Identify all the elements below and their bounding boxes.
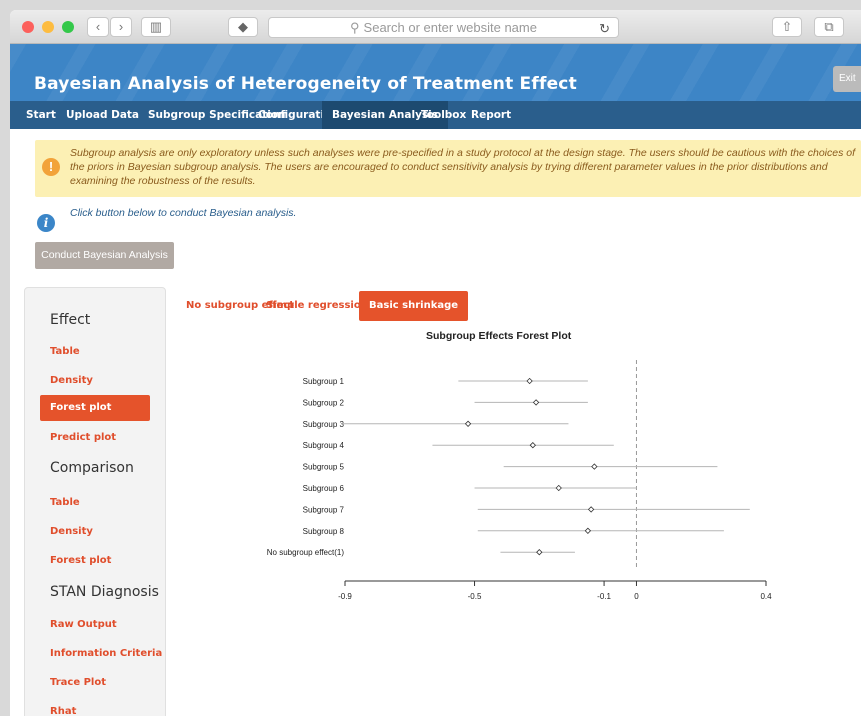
- row-label: Subgroup 5: [303, 463, 345, 472]
- close-window-button[interactable]: [22, 21, 34, 33]
- x-tick-label: -0.9: [338, 592, 352, 601]
- address-placeholder: Search or enter website name: [363, 20, 537, 35]
- app-header: Bayesian Analysis of Heterogeneity of Tr…: [10, 44, 861, 101]
- rhat-link[interactable]: Rhat: [50, 706, 76, 716]
- exit-button[interactable]: Exit: [833, 66, 861, 92]
- row-label: Subgroup 3: [303, 420, 345, 429]
- info-text: Click button below to conduct Bayesian a…: [70, 207, 297, 219]
- comparison-heading: Comparison: [50, 460, 134, 476]
- comparison-forest-plot-link[interactable]: Forest plot: [50, 555, 111, 566]
- minimize-window-button[interactable]: [42, 21, 54, 33]
- chart-title: Subgroup Effects Forest Plot: [426, 330, 572, 342]
- point-estimate: [529, 442, 536, 449]
- browser-toolbar: ‹ › ▥ ◆ ⚲ Search or enter website name ↻ …: [10, 10, 861, 44]
- privacy-shield-icon[interactable]: ◆: [228, 17, 258, 37]
- nav-report[interactable]: Report: [471, 101, 511, 129]
- warning-text: Subgroup analysis are only exploratory u…: [70, 147, 856, 187]
- point-estimate: [464, 420, 472, 427]
- app-title: Bayesian Analysis of Heterogeneity of Tr…: [34, 74, 577, 94]
- effect-table-link[interactable]: Table: [50, 346, 80, 357]
- zoom-window-button[interactable]: [62, 21, 74, 33]
- forest-plot: Subgroup 1 Subgroup 2 Subgroup 3 Subgroup 4…: [267, 360, 772, 601]
- point-estimate: [526, 377, 533, 385]
- main-navbar: Start Upload Data Subgroup Specification…: [10, 101, 861, 129]
- forward-icon[interactable]: ›: [110, 17, 132, 37]
- share-icon[interactable]: ⇧: [772, 17, 802, 37]
- row-label: Subgroup 7: [303, 505, 345, 514]
- conduct-analysis-button[interactable]: Conduct Bayesian Analysis: [35, 242, 174, 269]
- tab-basic-shrinkage[interactable]: Basic shrinkage: [359, 291, 469, 321]
- effect-heading: Effect: [50, 312, 91, 328]
- comparison-density-link[interactable]: Density: [50, 526, 93, 537]
- x-tick-label: -0.1: [597, 592, 611, 601]
- effect-forest-plot-link[interactable]: Forest plot: [40, 395, 150, 421]
- warning-icon: !: [42, 158, 60, 176]
- x-tick-label: 0: [634, 592, 639, 601]
- trace-plot-link[interactable]: Trace Plot: [50, 677, 106, 688]
- stan-diagnosis-heading: STAN Diagnosis: [50, 584, 159, 600]
- nav-toolbox[interactable]: Toolbox: [421, 101, 466, 129]
- point-estimate: [555, 484, 562, 492]
- info-icon: i: [37, 214, 55, 232]
- row-label: Subgroup 1: [303, 377, 345, 386]
- x-tick-label: -0.5: [468, 592, 482, 601]
- information-criteria-link[interactable]: Information Criteria: [50, 648, 162, 659]
- comparison-table-link[interactable]: Table: [50, 497, 80, 508]
- nav-upload-data[interactable]: Upload Data: [66, 101, 139, 129]
- effect-density-link[interactable]: Density: [50, 375, 93, 386]
- row-label: No subgroup effect(1): [267, 548, 345, 557]
- point-estimate: [591, 463, 598, 470]
- back-icon[interactable]: ‹: [87, 17, 109, 37]
- point-estimate: [536, 549, 543, 556]
- point-estimate: [584, 527, 592, 534]
- effect-predict-plot-link[interactable]: Predict plot: [50, 432, 116, 443]
- row-label: Subgroup 8: [303, 527, 345, 536]
- tabs-overview-icon[interactable]: ⧉: [814, 17, 844, 37]
- warning-alert: ! Subgroup analysis are only exploratory…: [35, 140, 861, 197]
- reload-icon[interactable]: ↻: [599, 19, 610, 38]
- point-estimate: [532, 399, 540, 406]
- x-tick-label: 0.4: [760, 592, 772, 601]
- browser-window: ‹ › ▥ ◆ ⚲ Search or enter website name ↻ …: [10, 10, 861, 716]
- tab-simple-regression[interactable]: Simple regression: [266, 291, 368, 321]
- address-bar[interactable]: ⚲ Search or enter website name ↻: [268, 17, 619, 38]
- row-label: Subgroup 6: [303, 484, 345, 493]
- results-sidebar: Effect Table Density Forest plot Predict…: [24, 287, 166, 716]
- sidebar-toggle-icon[interactable]: ▥: [141, 17, 171, 37]
- point-estimate: [587, 506, 595, 513]
- nav-start[interactable]: Start: [26, 101, 56, 129]
- row-label: Subgroup 4: [303, 441, 345, 450]
- search-icon: ⚲: [350, 20, 360, 35]
- row-label: Subgroup 2: [303, 398, 345, 407]
- raw-output-link[interactable]: Raw Output: [50, 619, 117, 630]
